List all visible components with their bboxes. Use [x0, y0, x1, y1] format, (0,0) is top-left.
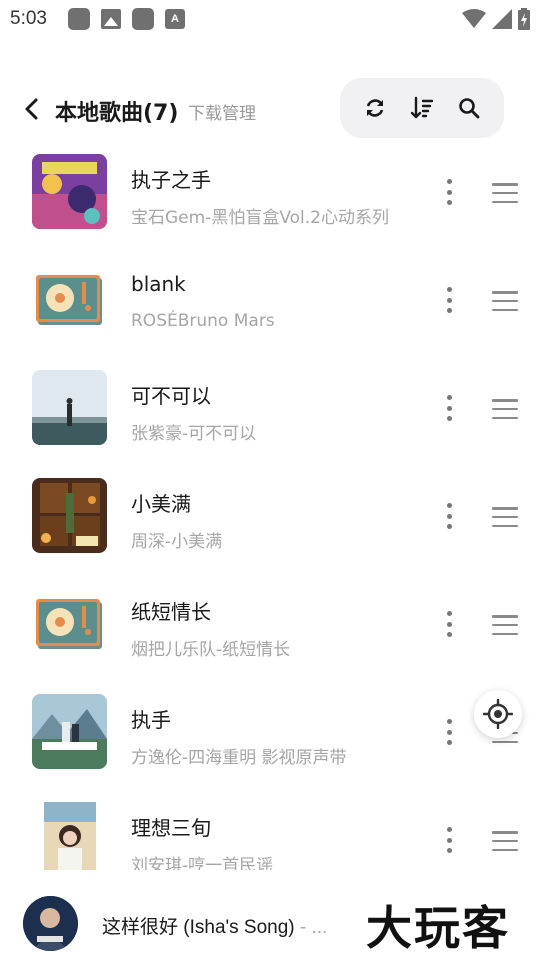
battery-charging-icon	[518, 8, 530, 30]
drag-handle-icon[interactable]	[492, 831, 518, 851]
locate-crosshair-icon	[483, 699, 513, 729]
locate-current-song-button[interactable]	[474, 690, 522, 738]
watermark-logo: 大玩客	[366, 901, 510, 955]
album-cover	[32, 370, 107, 445]
image-notification-icon	[101, 9, 121, 29]
more-options-button[interactable]	[438, 175, 460, 209]
song-artist: ROSÉBruno Mars	[131, 311, 275, 331]
song-artist: 张紫豪-可不可以	[131, 424, 257, 444]
now-playing-title: 这样很好 (Isha's Song) - ...	[102, 912, 327, 939]
song-artist: 宝石Gem-黑怕盲盒Vol.2心动系列	[131, 208, 389, 228]
song-list-item[interactable]: blank ROSÉBruno Mars	[0, 254, 540, 362]
now-playing-bar[interactable]: 这样很好 (Isha's Song) - ... 大玩客	[0, 870, 540, 960]
song-list-item[interactable]: 执子之手 宝石Gem-黑怕盲盒Vol.2心动系列	[0, 146, 540, 254]
song-title: blank	[131, 272, 186, 296]
back-button[interactable]	[18, 94, 46, 124]
status-bar: 5:03 A	[0, 0, 540, 36]
song-list-item[interactable]: 纸短情长 烟把儿乐队-纸短情长	[0, 578, 540, 686]
song-artist: 方逸伦-四海重明 影视原声带	[131, 748, 347, 768]
toolbar	[340, 78, 504, 138]
wifi-icon	[462, 9, 486, 28]
song-list-item[interactable]: 可不可以 张紫豪-可不可以	[0, 362, 540, 470]
signal-icon	[492, 9, 512, 29]
more-options-button[interactable]	[438, 823, 460, 857]
album-cover	[32, 478, 107, 553]
drag-handle-icon[interactable]	[492, 507, 518, 527]
turntable-placeholder-icon	[32, 586, 107, 661]
song-artist: 周深-小美满	[131, 532, 223, 552]
app-notification-icon	[132, 8, 154, 30]
more-options-button[interactable]	[438, 499, 460, 533]
more-options-button[interactable]	[438, 391, 460, 425]
song-artist: 烟把儿乐队-纸短情长	[131, 640, 291, 660]
status-time: 5:03	[10, 8, 47, 29]
song-list-item[interactable]: 小美满 周深-小美满	[0, 470, 540, 578]
now-playing-separator: - ...	[299, 917, 328, 938]
drag-handle-icon[interactable]	[492, 399, 518, 419]
song-artist: 刘安琪-哼一首民谣	[131, 856, 274, 870]
system-icons	[462, 8, 530, 30]
drag-handle-icon[interactable]	[492, 183, 518, 203]
sort-button[interactable]	[408, 94, 436, 122]
a-notification-icon: A	[165, 9, 185, 29]
turntable-placeholder-icon	[32, 262, 107, 337]
more-options-button[interactable]	[438, 715, 460, 749]
song-title: 理想三旬	[131, 816, 211, 840]
song-title: 纸短情长	[131, 600, 211, 624]
sort-icon	[410, 96, 434, 119]
more-options-button[interactable]	[438, 607, 460, 641]
more-options-button[interactable]	[438, 283, 460, 317]
app-notification-icon	[68, 8, 90, 30]
now-playing-cover[interactable]	[23, 896, 78, 951]
page-title: 本地歌曲(7)	[55, 101, 179, 126]
song-list-item[interactable]: 理想三旬 刘安琪-哼一首民谣	[0, 794, 540, 870]
page-header: 本地歌曲(7) 下载管理	[0, 78, 540, 140]
song-title: 执子之手	[131, 168, 211, 192]
drag-handle-icon[interactable]	[492, 291, 518, 311]
refresh-icon	[367, 99, 384, 117]
song-title: 执手	[131, 708, 171, 732]
now-playing-song: 这样很好 (Isha's Song)	[102, 917, 295, 938]
download-manager-link[interactable]: 下载管理	[188, 99, 256, 124]
album-cover	[32, 694, 107, 769]
refresh-button[interactable]	[361, 94, 389, 122]
search-button[interactable]	[455, 94, 483, 122]
song-list-item[interactable]: 执手 方逸伦-四海重明 影视原声带	[0, 686, 540, 794]
song-list[interactable]: 执子之手 宝石Gem-黑怕盲盒Vol.2心动系列 blank ROSÉBruno…	[0, 146, 540, 870]
album-cover	[32, 154, 107, 229]
drag-handle-icon[interactable]	[492, 615, 518, 635]
album-cover	[32, 802, 107, 870]
song-title: 小美满	[131, 492, 191, 516]
search-icon	[458, 98, 480, 119]
back-arrow-icon	[25, 98, 38, 120]
song-title: 可不可以	[131, 384, 211, 408]
notification-icons: A	[68, 8, 185, 30]
